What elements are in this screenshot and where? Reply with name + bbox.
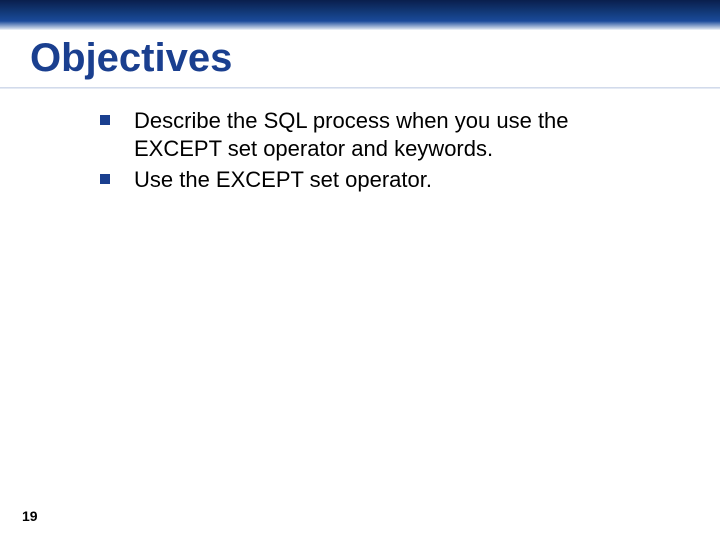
square-bullet-icon [100, 115, 110, 125]
bullet-text: Use the EXCEPT set operator. [134, 166, 432, 194]
slide-title: Objectives [0, 30, 720, 85]
bullet-text: Describe the SQL process when you use th… [134, 107, 634, 162]
list-item: Describe the SQL process when you use th… [100, 107, 690, 162]
top-banner [0, 0, 720, 30]
square-bullet-icon [100, 174, 110, 184]
list-item: Use the EXCEPT set operator. [100, 166, 690, 194]
content-area: Describe the SQL process when you use th… [0, 89, 720, 194]
page-number: 19 [22, 508, 38, 524]
slide: Objectives Describe the SQL process when… [0, 0, 720, 540]
